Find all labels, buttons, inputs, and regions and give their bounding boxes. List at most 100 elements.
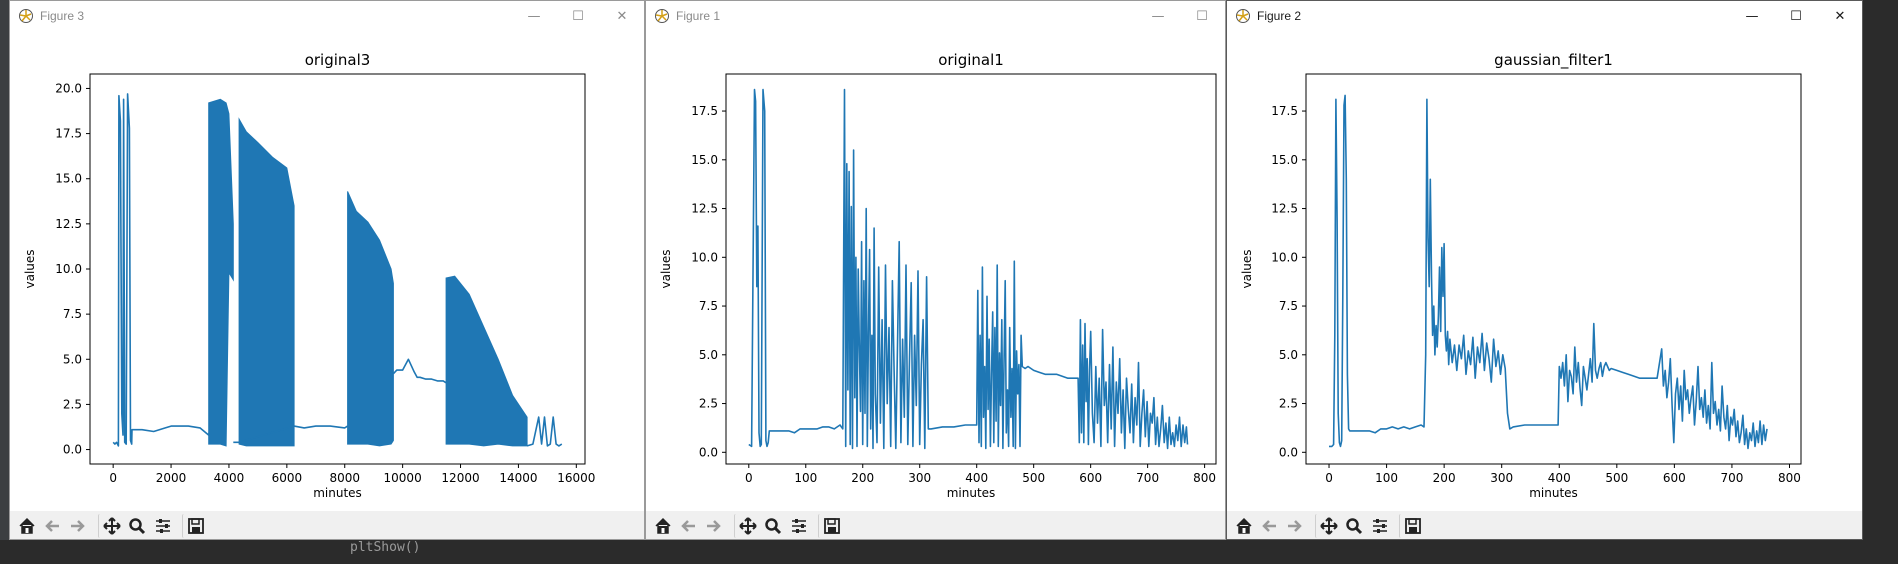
x-tick-label: 100 <box>1375 471 1398 485</box>
forward-button[interactable] <box>700 514 726 538</box>
forward-button[interactable] <box>1281 514 1307 538</box>
x-tick-label: 16000 <box>557 471 595 485</box>
y-tick-label: 20.0 <box>55 81 82 95</box>
save-button[interactable] <box>818 514 845 538</box>
forward-button[interactable] <box>64 514 90 538</box>
pan-icon <box>1320 517 1338 535</box>
x-tick-label: 400 <box>1548 471 1571 485</box>
zoom-button[interactable] <box>760 514 786 538</box>
y-tick-label: 2.5 <box>63 397 82 411</box>
pan-button[interactable] <box>1315 514 1342 538</box>
back-arrow-icon <box>1262 520 1276 532</box>
plot[interactable]: gaussian_filter1 0 100 200 300 400 500 600 700 80… <box>1227 31 1863 511</box>
x-tick-label: 600 <box>1079 471 1102 485</box>
y-tick-label: 10.0 <box>691 250 718 264</box>
configure-subplots-icon <box>156 519 170 533</box>
save-button[interactable] <box>1399 514 1426 538</box>
figure-window-1[interactable]: Figure 1 — ☐ original1 0 100 200 300 400 500 60… <box>645 0 1226 540</box>
x-tick-label: 2000 <box>156 471 187 485</box>
pan-button[interactable] <box>98 514 125 538</box>
close-button[interactable]: ✕ <box>1818 1 1862 31</box>
series-line <box>112 93 213 447</box>
home-icon <box>19 517 35 534</box>
y-tick-label: 12.5 <box>1271 202 1298 216</box>
series-dense-band <box>347 191 394 447</box>
configure-subplots-button[interactable] <box>150 514 176 538</box>
y-tick-label: 17.5 <box>55 127 82 141</box>
x-tick-label: 10000 <box>384 471 422 485</box>
series-dense-band <box>238 117 295 447</box>
close-button[interactable]: ✕ <box>600 1 644 31</box>
maximize-button[interactable]: ☐ <box>1774 1 1818 31</box>
configure-subplots-icon <box>1373 519 1387 533</box>
figure-window-2[interactable]: Figure 2 — ☐ ✕ gaussian_filter1 0 100 200 30… <box>1226 0 1863 540</box>
figure-canvas[interactable]: gaussian_filter1 0 100 200 300 400 500 600 700 80… <box>1227 31 1862 511</box>
y-axis-label: values <box>1240 249 1254 288</box>
y-axis-label: values <box>23 249 37 288</box>
home-button[interactable] <box>14 514 40 538</box>
zoom-icon <box>1346 518 1363 535</box>
back-arrow-icon <box>45 520 59 532</box>
zoom-icon <box>129 518 146 535</box>
x-axis-label: minutes <box>947 486 996 500</box>
back-button[interactable] <box>676 514 702 538</box>
forward-arrow-icon <box>71 520 85 532</box>
navigation-toolbar <box>646 511 1225 539</box>
x-tick-label: 300 <box>1490 471 1513 485</box>
zoom-button[interactable] <box>1341 514 1367 538</box>
navigation-toolbar <box>1227 511 1862 539</box>
maximize-button[interactable]: ☐ <box>1180 1 1224 31</box>
series-line <box>748 88 1189 450</box>
y-tick-label: 15.0 <box>55 172 82 186</box>
minimize-button[interactable]: — <box>1136 1 1180 31</box>
x-tick-label: 800 <box>1778 471 1801 485</box>
title-bar[interactable]: Figure 1 — ☐ <box>646 1 1225 31</box>
home-button[interactable] <box>1231 514 1257 538</box>
save-button[interactable] <box>182 514 209 538</box>
x-tick-label: 500 <box>1022 471 1045 485</box>
figure-canvas[interactable]: original3 0 2000 4000 6000 8000 10000 12000 1400… <box>10 31 644 511</box>
y-tick-label: 10.0 <box>55 262 82 276</box>
back-button[interactable] <box>1257 514 1283 538</box>
y-tick-label: 12.5 <box>55 217 82 231</box>
matplotlib-logo-icon <box>19 9 33 23</box>
pan-button[interactable] <box>734 514 761 538</box>
x-axis-label: minutes <box>313 486 362 500</box>
back-button[interactable] <box>40 514 66 538</box>
home-button[interactable] <box>650 514 676 538</box>
y-tick-label: 15.0 <box>691 153 718 167</box>
plot[interactable]: original1 0 100 200 300 400 500 600 700 800 0.0 2.5… <box>646 31 1226 511</box>
save-icon <box>1405 518 1421 534</box>
back-arrow-icon <box>681 520 695 532</box>
figure-canvas[interactable]: original1 0 100 200 300 400 500 600 700 800 0.0 2.5… <box>646 31 1225 511</box>
title-bar[interactable]: Figure 2 — ☐ ✕ <box>1227 1 1862 31</box>
x-axis-label: minutes <box>1529 486 1578 500</box>
title-bar[interactable]: Figure 3 — ☐ ✕ <box>10 1 644 31</box>
chart-title: gaussian_filter1 <box>1494 51 1613 70</box>
y-tick-label: 0.0 <box>63 443 82 457</box>
y-tick-label: 5.0 <box>1279 348 1298 362</box>
y-tick-label: 12.5 <box>691 202 718 216</box>
window-title: Figure 2 <box>1257 9 1302 23</box>
x-tick-label: 4000 <box>214 471 245 485</box>
x-tick-label: 300 <box>908 471 931 485</box>
x-tick-label: 14000 <box>499 471 537 485</box>
x-tick-label: 400 <box>965 471 988 485</box>
configure-subplots-button[interactable] <box>786 514 812 538</box>
y-tick-label: 10.0 <box>1271 250 1298 264</box>
series-line <box>1329 94 1768 450</box>
configure-subplots-button[interactable] <box>1367 514 1393 538</box>
x-tick-label: 700 <box>1720 471 1743 485</box>
chart-title: original1 <box>938 51 1004 69</box>
maximize-button[interactable]: ☐ <box>556 1 600 31</box>
series-dense-band <box>445 275 528 447</box>
minimize-button[interactable]: — <box>512 1 556 31</box>
series-dense-band <box>208 98 234 447</box>
x-tick-label: 0 <box>109 471 117 485</box>
minimize-button[interactable]: — <box>1730 1 1774 31</box>
figure-window-3[interactable]: Figure 3 — ☐ ✕ original3 0 2000 4000 6000 800… <box>9 0 645 540</box>
plot[interactable]: original3 0 2000 4000 6000 8000 10000 12000 1400… <box>10 31 645 511</box>
x-tick-label: 0 <box>1325 471 1333 485</box>
zoom-button[interactable] <box>124 514 150 538</box>
window-title: Figure 1 <box>676 9 721 23</box>
